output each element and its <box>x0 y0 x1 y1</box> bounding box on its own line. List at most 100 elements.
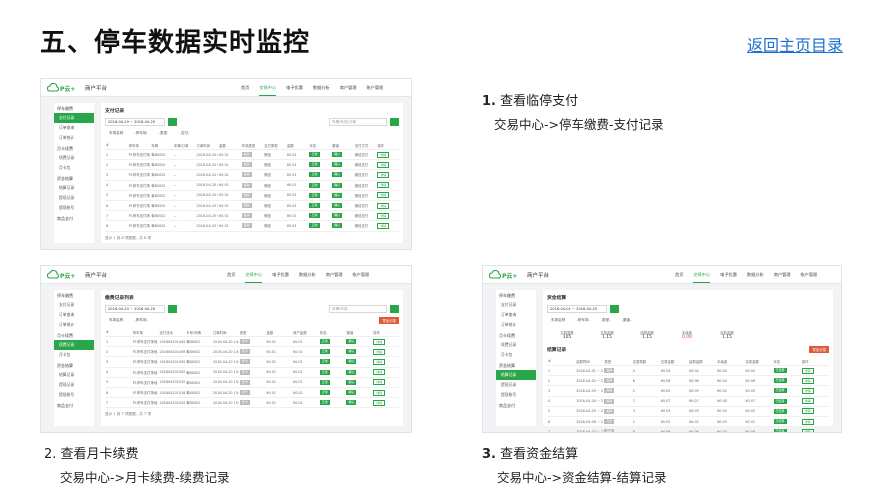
sidebar-item-withdraw-records[interactable]: 提现记录 <box>54 193 94 203</box>
column-header[interactable]: 状态 <box>318 328 346 337</box>
column-header[interactable]: 实收金额 <box>744 357 773 366</box>
payment-dropdown[interactable]: -支付- <box>176 130 194 137</box>
sidebar-group-settlement[interactable]: 资金结算 <box>54 360 94 370</box>
type-dropdown[interactable]: -类型- <box>155 130 173 137</box>
column-header[interactable]: 状态 <box>772 357 801 366</box>
detail-button[interactable]: 详情 <box>377 222 390 229</box>
column-header[interactable]: 渠道 <box>331 141 354 150</box>
detail-button[interactable]: 详情 <box>801 398 814 405</box>
nav-trade-center[interactable]: 交易中心 <box>693 272 711 283</box>
column-header[interactable]: 停车场 <box>127 141 151 150</box>
sidebar-item-withdraw-records[interactable]: 提现记录 <box>496 380 536 390</box>
detail-button[interactable]: 详情 <box>373 338 386 345</box>
column-header[interactable]: 结算金额 <box>687 357 717 366</box>
column-header[interactable]: 类型 <box>603 357 632 366</box>
sidebar-group-goods[interactable]: 商品支付 <box>54 400 94 410</box>
column-header[interactable]: 类型 <box>238 328 266 337</box>
sidebar-group-settlement[interactable]: 资金结算 <box>496 360 536 370</box>
nav-merchant[interactable]: 商户管理 <box>326 272 343 283</box>
lot-dropdown[interactable]: -停车场- <box>130 130 151 137</box>
column-header[interactable]: 渠道 <box>345 328 373 337</box>
column-header[interactable]: 金额 <box>285 141 309 150</box>
nav-account[interactable]: 账户管理 <box>800 272 817 283</box>
sidebar-item-withdraw-account[interactable]: 提现账号 <box>54 390 94 400</box>
nav-coupons[interactable]: 电子优惠 <box>272 272 289 283</box>
search-input[interactable]: 车牌/车场/订单 <box>329 118 387 126</box>
detail-button[interactable]: 详情 <box>373 348 386 355</box>
nav-trade-center[interactable]: 交易中心 <box>259 85 277 96</box>
sidebar-item-monthly-pack[interactable]: 月卡包 <box>54 350 94 360</box>
column-header[interactable]: 操作 <box>800 357 829 366</box>
sidebar-group-goods[interactable]: 商品支付 <box>496 400 536 410</box>
column-header[interactable]: 操作 <box>376 141 399 150</box>
type-dropdown[interactable]: -类型- <box>597 317 615 324</box>
sidebar-item-payment-records[interactable]: 支付记录 <box>54 113 94 123</box>
sidebar-item-order-stats[interactable]: 订单统计 <box>54 133 94 143</box>
sidebar-item-renew-records[interactable]: 续费记录 <box>496 340 536 350</box>
sidebar-group-monthly[interactable]: 月卡续费 <box>54 143 94 153</box>
search-button[interactable] <box>168 305 177 313</box>
column-header[interactable]: 操作 <box>372 328 399 337</box>
column-header[interactable]: 状态 <box>308 141 332 150</box>
detail-button[interactable]: 详情 <box>377 161 390 168</box>
column-header[interactable]: 订单时间 <box>195 141 219 150</box>
nav-account[interactable]: 账户管理 <box>352 272 369 283</box>
detail-button[interactable]: 详情 <box>377 151 390 158</box>
search-submit-button[interactable] <box>390 118 399 126</box>
export-button[interactable]: 导出记录 <box>809 346 829 353</box>
detail-button[interactable]: 详情 <box>373 399 386 406</box>
date-range-input[interactable]: 2016-04-01 ~ 2016-04-20 <box>547 305 607 313</box>
sidebar-group-parking[interactable]: 停车缴费 <box>54 290 94 300</box>
column-header[interactable]: 支付流水 <box>158 328 186 337</box>
sidebar-item-order-query[interactable]: 订单查询 <box>54 123 94 133</box>
detail-button[interactable]: 详情 <box>377 202 390 209</box>
column-header[interactable]: 车牌/订单 <box>172 141 196 150</box>
column-header[interactable]: 卡号/车牌 <box>185 328 212 337</box>
sidebar-group-monthly[interactable]: 月卡续费 <box>54 330 94 340</box>
detail-button[interactable]: 详情 <box>377 182 390 189</box>
column-header[interactable]: 金额 <box>218 141 241 150</box>
sidebar-item-renew-records[interactable]: 续费记录 <box>54 153 94 163</box>
nav-coupons[interactable]: 电子优惠 <box>286 85 303 96</box>
nav-home[interactable]: 首页 <box>675 272 683 283</box>
column-header[interactable]: # <box>547 357 576 366</box>
search-submit-button[interactable] <box>390 305 399 313</box>
column-header[interactable]: # <box>105 141 128 150</box>
column-header[interactable]: 交易金额 <box>659 357 688 366</box>
detail-button[interactable]: 详情 <box>801 387 814 394</box>
detail-button[interactable]: 详情 <box>373 358 386 365</box>
nav-coupons[interactable]: 电子优惠 <box>720 272 737 283</box>
column-header[interactable]: 车牌 <box>150 141 173 150</box>
date-range-input[interactable]: 2016-04-19 ~ 2016-04-20 <box>105 118 165 126</box>
nav-account[interactable]: 账户管理 <box>366 85 383 96</box>
sidebar-item-monthly-pack[interactable]: 月卡包 <box>54 163 94 173</box>
lot-dropdown[interactable]: -停车场- <box>130 317 151 324</box>
sidebar-item-order-query[interactable]: 订单查询 <box>496 310 536 320</box>
sidebar-item-payment-records[interactable]: 支付记录 <box>54 300 94 310</box>
search-button[interactable] <box>610 305 619 313</box>
sidebar-item-monthly-pack[interactable]: 月卡包 <box>496 350 536 360</box>
column-header[interactable]: 交易笔数 <box>631 357 660 366</box>
nav-merchant[interactable]: 商户管理 <box>340 85 357 96</box>
detail-button[interactable]: 详情 <box>801 418 814 425</box>
sidebar-group-settlement[interactable]: 资金结算 <box>54 173 94 183</box>
sidebar-group-monthly[interactable]: 月卡续费 <box>496 330 536 340</box>
home-link[interactable]: 返回主页目录 <box>747 32 843 56</box>
column-header[interactable]: 金额 <box>265 328 293 337</box>
lot-dropdown[interactable]: -停车场- <box>572 317 593 324</box>
detail-button[interactable]: 详情 <box>377 171 390 178</box>
detail-button[interactable]: 详情 <box>373 379 386 386</box>
nav-home[interactable]: 首页 <box>241 85 249 96</box>
nav-analytics[interactable]: 数据分析 <box>299 272 316 283</box>
column-header[interactable]: 车场类型 <box>240 141 264 150</box>
sidebar-item-settle-records[interactable]: 结算记录 <box>54 183 94 193</box>
detail-button[interactable]: 详情 <box>377 212 390 219</box>
sidebar-item-withdraw-account[interactable]: 提现账号 <box>496 390 536 400</box>
detail-button[interactable]: 详情 <box>377 192 390 199</box>
column-header[interactable]: 支付方式 <box>353 141 377 150</box>
detail-button[interactable]: 详情 <box>801 377 814 384</box>
search-button[interactable] <box>168 118 177 126</box>
sidebar-group-parking[interactable]: 停车缴费 <box>54 103 94 113</box>
search-input[interactable]: 车牌/车场 <box>329 305 387 313</box>
sidebar-item-withdraw-records[interactable]: 提现记录 <box>54 380 94 390</box>
